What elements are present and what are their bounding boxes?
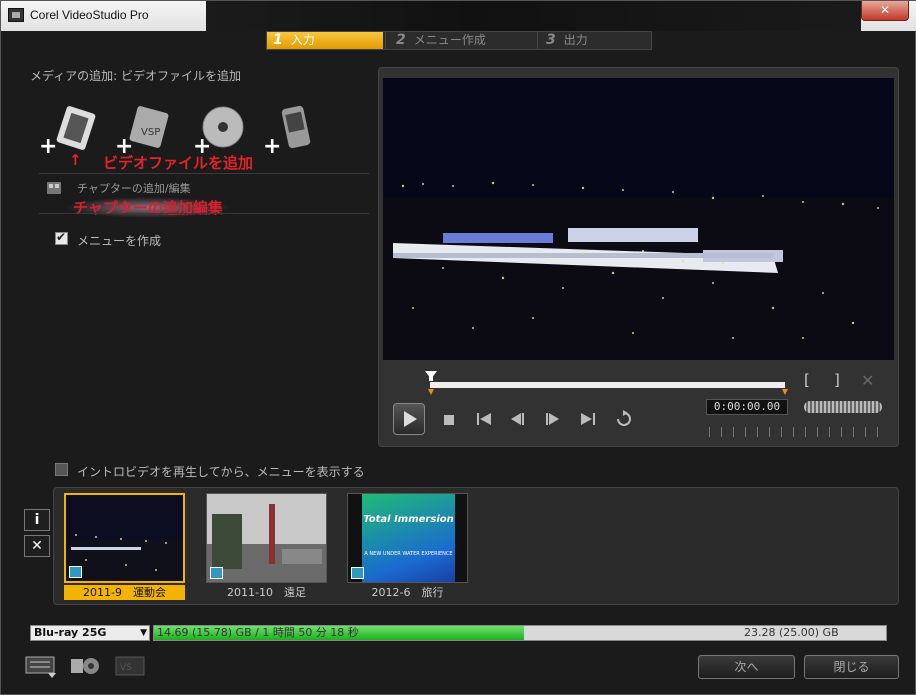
settings-gear-icon[interactable] bbox=[69, 653, 105, 679]
disc-template-icon: VS bbox=[114, 653, 146, 679]
annotation-chapter: チャプターの追加編集 bbox=[65, 197, 231, 218]
arrow-up-icon: ↑ bbox=[69, 151, 82, 169]
annotation-add-video: ビデオファイルを追加 bbox=[103, 154, 254, 172]
chapter-icon[interactable] bbox=[45, 180, 65, 196]
close-button[interactable]: 閉じる bbox=[804, 655, 899, 679]
stop-icon[interactable] bbox=[442, 412, 456, 426]
mark-in-button[interactable]: [ bbox=[804, 371, 810, 389]
tab-output[interactable]: 3 出力 bbox=[537, 32, 651, 49]
chevron-down-icon: ▼ bbox=[140, 628, 147, 638]
create-menu-checkbox[interactable] bbox=[55, 230, 68, 245]
clip-overlay-subtitle: A NEW UNDER WATER EXPERIENCE bbox=[364, 551, 453, 557]
repeat-icon[interactable] bbox=[614, 410, 634, 428]
close-window-button[interactable]: ✕ bbox=[861, 1, 909, 21]
tab-menu-create[interactable]: 2 メニュー作成 bbox=[385, 32, 537, 49]
svg-text:+: + bbox=[39, 134, 57, 155]
svg-text:VS: VS bbox=[120, 663, 132, 673]
app-window: Corel VideoStudio Pro ✕ 1 入力 2 メニュー作成 3 出力 … bbox=[0, 0, 916, 695]
clip-caption: 2012-6 旅行 bbox=[371, 586, 444, 599]
clip-caption: 2011-9 運動会 bbox=[64, 585, 185, 600]
window-title: Corel VideoStudio Pro bbox=[30, 8, 149, 22]
add-disc-icon[interactable]: + bbox=[193, 105, 249, 159]
tab-input[interactable]: 1 入力 bbox=[267, 32, 383, 49]
intro-video-label: イントロビデオを再生してから、メニューを表示する bbox=[77, 465, 365, 479]
chapter-label[interactable]: チャプターの追加/編集 bbox=[77, 180, 191, 196]
project-settings-icon[interactable] bbox=[24, 653, 60, 679]
title-bar: Corel VideoStudio Pro ✕ bbox=[1, 1, 916, 31]
disc-capacity-bar: 14.69 (15.78) GB / 1 時間 50 分 18 秒 23.28 … bbox=[153, 625, 887, 641]
clip-thumbnail[interactable]: 2011-9 運動会 bbox=[64, 493, 185, 601]
add-device-icon[interactable]: + bbox=[261, 105, 323, 159]
timecode-field[interactable]: 0:00:00.00 bbox=[706, 399, 788, 415]
volume-slider[interactable] bbox=[804, 401, 882, 413]
jog-ruler bbox=[709, 427, 885, 437]
media-clip-tray: 2011-9 運動会 2011-10 遠足 Total Immersion A … bbox=[53, 487, 899, 605]
disc-type-select[interactable]: Blu-ray 25G ▼ bbox=[30, 625, 150, 641]
app-icon bbox=[8, 8, 24, 22]
next-frame-icon[interactable] bbox=[544, 411, 562, 427]
clip-thumbnail[interactable]: Total Immersion A NEW UNDER WATER EXPERI… bbox=[347, 493, 468, 601]
timeline-scrubber[interactable] bbox=[425, 367, 791, 397]
mark-out-button[interactable]: ] bbox=[834, 371, 840, 389]
go-to-end-icon[interactable] bbox=[579, 411, 597, 427]
go-to-start-icon[interactable] bbox=[475, 411, 493, 427]
capacity-text: 23.28 (25.00) GB bbox=[744, 626, 839, 639]
remove-clip-button[interactable]: ✕ bbox=[24, 535, 50, 557]
create-menu-label: メニューを作成 bbox=[77, 234, 162, 248]
divider bbox=[39, 213, 369, 214]
play-button[interactable] bbox=[393, 403, 425, 435]
media-header: メディアの追加: ビデオファイルを追加 bbox=[30, 69, 242, 83]
add-video-icon[interactable]: + bbox=[39, 105, 99, 159]
next-button[interactable]: 次へ bbox=[698, 655, 795, 679]
film-icon bbox=[69, 566, 82, 578]
svg-text:VSP: VSP bbox=[141, 127, 160, 138]
divider bbox=[39, 173, 369, 174]
clear-marks-icon[interactable]: ✕ bbox=[861, 371, 874, 390]
info-button[interactable]: i bbox=[24, 509, 50, 531]
previous-frame-icon[interactable] bbox=[509, 411, 527, 427]
film-icon bbox=[210, 567, 223, 579]
svg-text:+: + bbox=[263, 134, 281, 155]
intro-video-checkbox[interactable] bbox=[55, 463, 68, 476]
film-icon bbox=[351, 567, 364, 579]
step-tabs: 1 入力 2 メニュー作成 3 出力 bbox=[266, 31, 652, 50]
preview-screen bbox=[383, 78, 894, 360]
used-space-text: 14.69 (15.78) GB / 1 時間 50 分 18 秒 bbox=[157, 626, 359, 639]
clip-caption: 2011-10 遠足 bbox=[227, 586, 306, 599]
clip-thumbnail[interactable]: 2011-10 遠足 bbox=[206, 493, 327, 601]
add-vsp-project-icon[interactable]: VSP + bbox=[115, 105, 171, 159]
clip-overlay-title: Total Immersion bbox=[363, 514, 454, 525]
